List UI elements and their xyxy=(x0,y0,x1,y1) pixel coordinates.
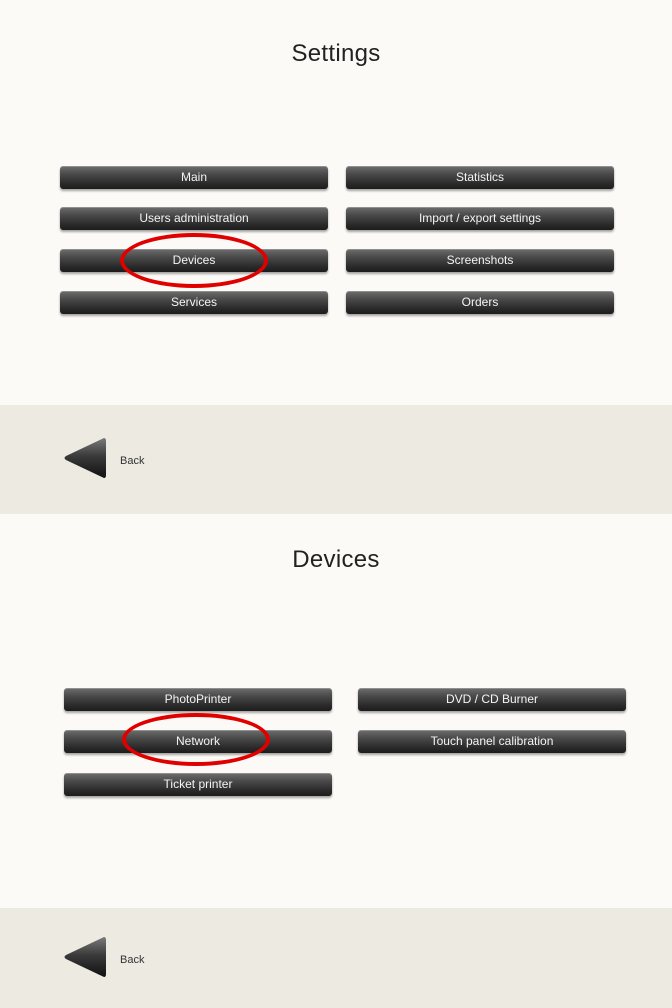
back-button[interactable]: Back xyxy=(60,934,144,985)
settings-screen: Settings Main Statistics Users administr… xyxy=(0,0,672,514)
back-label: Back xyxy=(120,454,145,467)
settings-footer: Back xyxy=(0,405,672,514)
orders-button[interactable]: Orders xyxy=(346,291,614,314)
touch-panel-calibration-button[interactable]: Touch panel calibration xyxy=(358,730,626,753)
photoprinter-button[interactable]: PhotoPrinter xyxy=(64,688,332,711)
devices-button[interactable]: Devices xyxy=(60,249,328,272)
network-button[interactable]: Network xyxy=(64,730,332,753)
back-button[interactable]: Back xyxy=(60,435,144,486)
main-button[interactable]: Main xyxy=(60,166,328,189)
users-administration-button[interactable]: Users administration xyxy=(60,207,328,230)
back-arrow-icon xyxy=(60,934,108,985)
dvd-cd-burner-button[interactable]: DVD / CD Burner xyxy=(358,688,626,711)
services-button[interactable]: Services xyxy=(60,291,328,314)
ticket-printer-button[interactable]: Ticket printer xyxy=(64,773,332,796)
settings-content: Settings Main Statistics Users administr… xyxy=(0,0,672,405)
devices-content: Devices PhotoPrinter DVD / CD Burner Net… xyxy=(0,514,672,908)
devices-screen: Devices PhotoPrinter DVD / CD Burner Net… xyxy=(0,514,672,1008)
back-label: Back xyxy=(120,953,145,966)
devices-footer: Back xyxy=(0,908,672,1008)
statistics-button[interactable]: Statistics xyxy=(346,166,614,189)
back-arrow-icon xyxy=(60,435,108,486)
page-title: Settings xyxy=(291,40,381,67)
page-title: Devices xyxy=(292,546,380,573)
screenshots-button[interactable]: Screenshots xyxy=(346,249,614,272)
import-export-settings-button[interactable]: Import / export settings xyxy=(346,207,614,230)
